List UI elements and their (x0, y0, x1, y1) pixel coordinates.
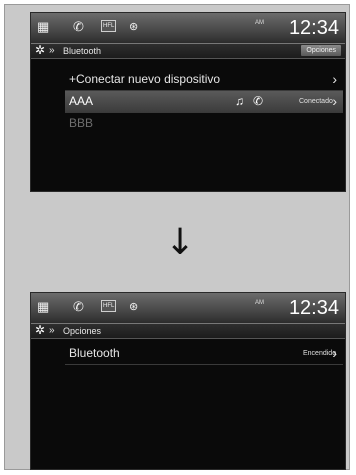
radio-icon: ▦ (37, 299, 50, 314)
setting-value: Encendido (303, 350, 337, 357)
list-item-label: +Conectar nuevo dispositivo (69, 72, 221, 86)
chevron-right-icon: › (332, 93, 337, 109)
screen-options: ▦ ✆ HFL ⊛ AM 12:34 ✲ » Opciones Bluetoot… (31, 293, 345, 469)
title-bar: ✲ » Opciones (31, 323, 345, 339)
list-item-bluetooth[interactable]: Bluetooth Encendido › (65, 343, 343, 365)
phone-tag: HFL (101, 300, 117, 312)
list-item-label: Bluetooth (69, 346, 120, 360)
screen-bluetooth: ▦ ✆ HFL ⊛ AM 12:34 ✲ » Bluetooth Opcione… (31, 13, 345, 191)
phone-icon: ✆ (253, 94, 264, 108)
clock-am-pm: AM (255, 300, 264, 306)
illustration-frame: ▦ ✆ HFL ⊛ AM 12:34 ✲ » Bluetooth Opcione… (4, 4, 350, 470)
bluetooth-audio-icon: ⊛ (129, 21, 139, 33)
music-icon: ♫ (235, 94, 244, 108)
status-bar: ▦ ✆ HFL ⊛ AM 12:34 (31, 293, 345, 324)
radio-icon: ▦ (37, 19, 50, 34)
gear-icon: ✲ (35, 323, 46, 337)
list-item-label: AAA (69, 94, 94, 108)
list-item-device-bbb[interactable]: BBB (65, 113, 343, 134)
phone-icon: ✆ (73, 19, 84, 34)
chevron-right-icon: › (332, 345, 337, 361)
title-bar: ✲ » Bluetooth Opciones (31, 43, 345, 59)
bluetooth-audio-icon: ⊛ (129, 301, 139, 313)
status-bar: ▦ ✆ HFL ⊛ AM 12:34 (31, 13, 345, 44)
breadcrumb-arrows: » (49, 325, 55, 336)
phone-tag: HFL (101, 20, 117, 32)
clock-am-pm: AM (255, 20, 264, 26)
page-title: Bluetooth (63, 46, 102, 56)
chevron-right-icon: › (332, 71, 337, 87)
page-title: Opciones (63, 326, 102, 336)
list-item-connect-new[interactable]: +Conectar nuevo dispositivo › (65, 69, 343, 91)
breadcrumb-arrows: » (49, 45, 55, 56)
list-item-label: BBB (69, 116, 94, 130)
gear-icon: ✲ (35, 43, 46, 57)
clock: 12:34 (288, 297, 339, 319)
phone-icon: ✆ (73, 299, 84, 314)
options-button[interactable]: Opciones (301, 45, 341, 56)
list-item-device-aaa[interactable]: AAA ♫ ✆ Conectado › (65, 91, 343, 113)
connection-status: Conectado (299, 98, 333, 105)
arrow-down-icon: ↓ (165, 222, 196, 263)
clock: 12:34 (288, 17, 339, 39)
